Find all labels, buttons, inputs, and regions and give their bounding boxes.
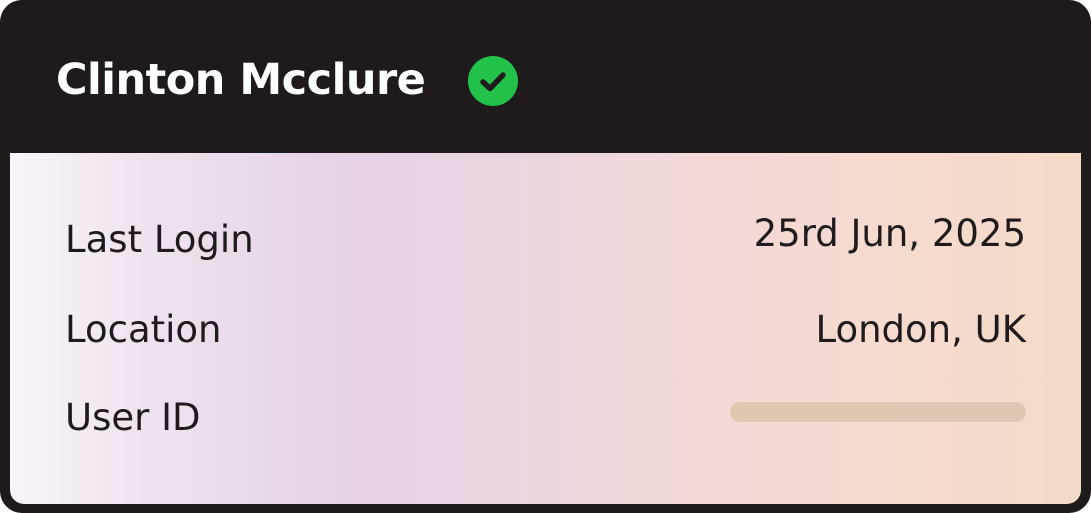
location-label: Location [65, 308, 222, 351]
user-id-label: User ID [65, 396, 201, 439]
user-name: Clinton Mcclure [56, 55, 426, 105]
user-card: Clinton Mcclure Last Login 25rd Jun, 202… [0, 0, 1091, 513]
last-login-value: 25rd Jun, 2025 [753, 212, 1026, 255]
user-details: Last Login 25rd Jun, 2025 Location Londo… [10, 153, 1081, 504]
user-id-loading-placeholder [730, 402, 1026, 422]
user-card-header: Clinton Mcclure [0, 0, 1091, 153]
verified-check-icon [467, 55, 519, 107]
last-login-label: Last Login [65, 218, 254, 261]
location-value: London, UK [815, 308, 1027, 351]
